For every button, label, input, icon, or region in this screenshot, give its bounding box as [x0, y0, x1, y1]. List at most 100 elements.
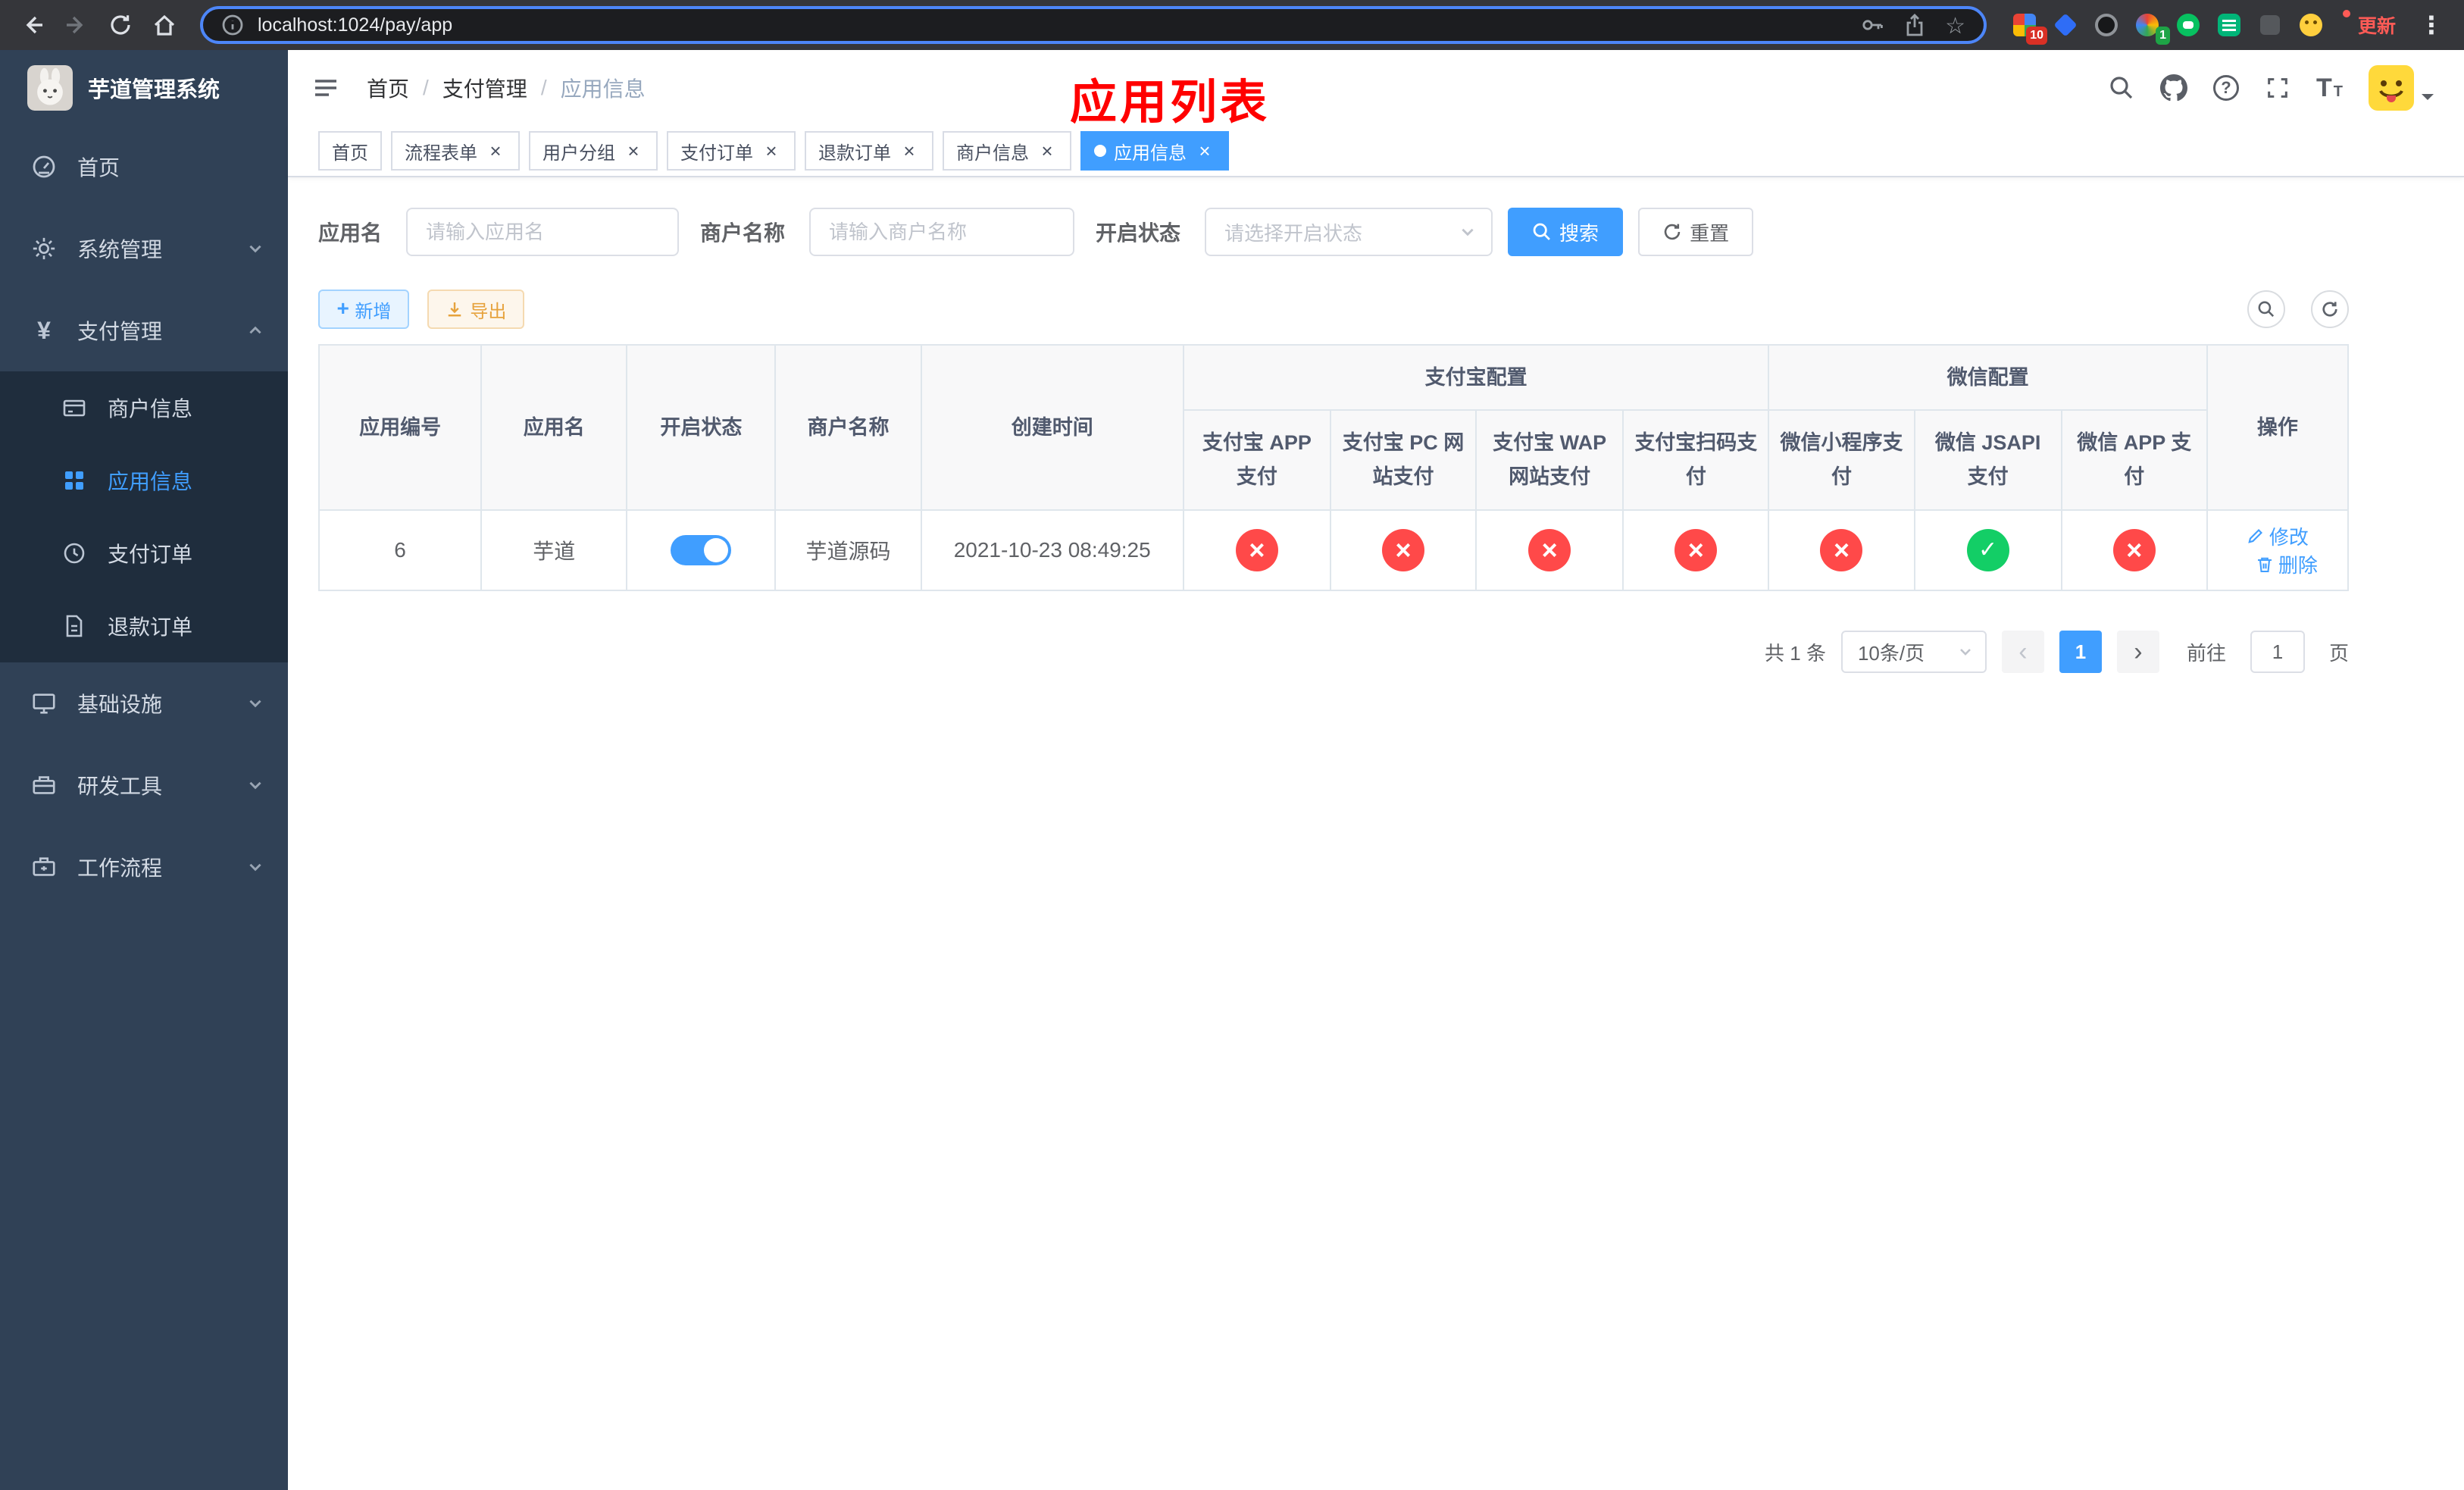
browser-chrome: localhost:1024/pay/app 10 1 更新 — [0, 0, 2464, 50]
toggle-search-button[interactable] — [2247, 290, 2285, 328]
delete-link[interactable]: 删除 — [2256, 550, 2318, 578]
chevron-down-icon — [247, 240, 264, 257]
screen: localhost:1024/pay/app 10 1 更新 — [0, 0, 2464, 1490]
add-button[interactable]: 新增 — [318, 290, 410, 329]
page-annotation-title: 应用列表 — [1069, 77, 1271, 129]
payment-status-icon — [2112, 529, 2156, 571]
tab-label: 商户信息 — [956, 142, 1029, 164]
sidebar-item-merchant-info[interactable]: 商户信息 — [0, 371, 288, 444]
extension-icon-4[interactable]: 1 — [2134, 11, 2170, 45]
browser-home-icon[interactable] — [144, 5, 185, 45]
close-icon[interactable] — [761, 140, 782, 161]
col-create-time: 创建时间 — [920, 344, 1184, 511]
col-actions: 操作 — [2206, 344, 2350, 511]
tab-pay-order[interactable]: 支付订单 — [667, 131, 796, 171]
update-button[interactable]: 更新 — [2337, 5, 2408, 45]
browser-menu-icon[interactable] — [2411, 5, 2452, 45]
cell-app-id: 6 — [317, 509, 483, 591]
tab-app-info[interactable]: 应用信息 — [1080, 131, 1229, 171]
filter-label-app-name: 应用名 — [318, 221, 383, 245]
github-icon[interactable] — [2160, 74, 2187, 102]
font-size-icon[interactable] — [2316, 74, 2343, 103]
next-page-button[interactable] — [2116, 631, 2159, 673]
hamburger-icon[interactable] — [312, 74, 339, 102]
bookmark-star-icon[interactable] — [1945, 11, 1965, 39]
search-icon[interactable] — [2109, 75, 2134, 101]
extension-icon-1[interactable]: 10 — [2011, 11, 2047, 45]
tab-refund-order[interactable]: 退款订单 — [805, 131, 933, 171]
breadcrumb-section[interactable]: 支付管理 — [442, 73, 527, 103]
search-button[interactable]: 搜索 — [1508, 208, 1624, 256]
page-number-1[interactable]: 1 — [2059, 631, 2102, 673]
goto-page-input[interactable] — [2250, 631, 2305, 673]
close-icon[interactable] — [899, 140, 920, 161]
cell-actions: 修改 删除 — [2206, 509, 2350, 591]
sidebar-item-refund-order[interactable]: 退款订单 — [0, 590, 288, 662]
goto-suffix: 页 — [2328, 641, 2349, 665]
status-select[interactable]: 请选择开启状态 — [1205, 208, 1493, 256]
col-alipay-scan: 支付宝扫码支付 — [1622, 409, 1770, 511]
edit-link[interactable]: 修改 — [2247, 522, 2309, 550]
close-icon[interactable] — [623, 140, 644, 161]
extension-icon-5[interactable] — [2175, 11, 2202, 39]
payment-status-icon — [1966, 529, 2009, 571]
cell-alipay-wap — [1475, 509, 1624, 591]
extension-icon-2[interactable] — [2052, 11, 2079, 39]
help-icon[interactable] — [2213, 75, 2239, 101]
extension-icon-7[interactable] — [2256, 11, 2284, 39]
password-key-icon[interactable] — [1860, 13, 1884, 37]
sidebar-item-label: 商户信息 — [108, 397, 193, 421]
total-count: 共 1 条 — [1765, 641, 1826, 665]
sidebar-item-label: 工作流程 — [77, 856, 163, 880]
sidebar-item-home[interactable]: 首页 — [0, 126, 288, 208]
tab-user-group[interactable]: 用户分组 — [529, 131, 658, 171]
app-title: 芋道管理系统 — [88, 78, 220, 102]
sidebar-item-app-info[interactable]: 应用信息 — [0, 444, 288, 517]
sidebar-item-infrastructure[interactable]: 基础设施 — [0, 662, 288, 744]
sidebar-item-payment-mgmt[interactable]: 支付管理 — [0, 290, 288, 371]
sidebar-item-dev-tools[interactable]: 研发工具 — [0, 744, 288, 826]
app-table: 应用编号 应用名 开启状态 商户名称 创建时间 支付宝配置 微信配置 操作 支付… — [317, 344, 2350, 591]
sidebar-item-system-mgmt[interactable]: 系统管理 — [0, 208, 288, 290]
browser-back-icon[interactable] — [12, 5, 53, 45]
page-size-select[interactable]: 10条/页 — [1840, 631, 1987, 673]
close-icon[interactable] — [1037, 140, 1058, 161]
browser-forward-icon[interactable] — [56, 5, 97, 45]
browser-refresh-icon[interactable] — [100, 5, 141, 45]
extension-icon-3[interactable] — [2093, 11, 2120, 39]
app-logo-row[interactable]: 芋道管理系统 — [0, 50, 288, 126]
close-icon[interactable] — [1194, 140, 1215, 161]
merchant-name-input[interactable] — [809, 208, 1075, 256]
site-info-icon[interactable] — [221, 14, 244, 36]
address-bar[interactable]: localhost:1024/pay/app — [200, 6, 1987, 44]
extension-icon-8[interactable] — [2297, 11, 2325, 39]
fullscreen-icon[interactable] — [2265, 75, 2290, 101]
tab-merchant-info[interactable]: 商户信息 — [943, 131, 1071, 171]
app-logo — [27, 65, 73, 111]
tab-process-form[interactable]: 流程表单 — [391, 131, 520, 171]
sidebar-item-workflow[interactable]: 工作流程 — [0, 826, 288, 908]
avatar[interactable] — [2369, 65, 2434, 111]
cell-create-time: 2021-10-23 08:49:25 — [920, 509, 1184, 591]
breadcrumb-home[interactable]: 首页 — [367, 73, 409, 103]
payment-status-icon — [1382, 529, 1425, 571]
select-placeholder: 请选择开启状态 — [1224, 221, 1363, 245]
export-button[interactable]: 导出 — [427, 290, 525, 329]
extension-icon-6[interactable] — [2215, 11, 2243, 39]
col-alipay-app: 支付宝 APP 支付 — [1182, 409, 1331, 511]
close-icon[interactable] — [485, 140, 506, 161]
reset-button[interactable]: 重置 — [1638, 208, 1754, 256]
share-icon[interactable] — [1903, 13, 1927, 37]
sidebar-item-pay-order[interactable]: 支付订单 — [0, 517, 288, 590]
app-name-input[interactable] — [406, 208, 680, 256]
col-wechat-mini: 微信小程序支付 — [1768, 409, 1915, 511]
chevron-down-icon — [247, 695, 264, 712]
order-clock-icon — [61, 541, 88, 565]
breadcrumb-current: 应用信息 — [560, 77, 646, 101]
tab-home[interactable]: 首页 — [318, 131, 382, 171]
notification-badge: 10 — [2026, 27, 2047, 45]
prev-page-button[interactable] — [2001, 631, 2044, 673]
refresh-table-button[interactable] — [2311, 290, 2349, 328]
sidebar-item-label: 退款订单 — [108, 615, 193, 639]
status-toggle[interactable] — [671, 535, 732, 565]
